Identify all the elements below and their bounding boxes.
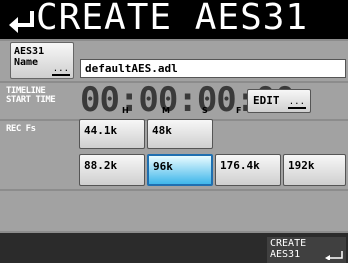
frames-unit: F: [236, 106, 242, 115]
file-name-value: defaultAES.adl: [85, 62, 178, 75]
fs-button-44-1k[interactable]: 44.1k: [79, 119, 145, 149]
screen: CREATE AES31 AES31 Name ... defaultAES.a…: [0, 0, 348, 263]
fs-label: 96k: [153, 160, 173, 173]
fs-label: 44.1k: [84, 124, 118, 137]
fs-label: 192k: [288, 159, 315, 172]
return-arrow-icon[interactable]: [6, 5, 36, 35]
edit-label: EDIT: [253, 94, 280, 107]
fs-label: 176.4k: [220, 159, 260, 172]
create-aes31-button[interactable]: CREATE AES31: [267, 237, 346, 263]
hours-unit: H: [122, 106, 129, 115]
fs-button-88-2k[interactable]: 88.2k: [79, 154, 145, 186]
page-title: CREATE AES31: [36, 0, 309, 38]
ellipsis-icon: ...: [287, 97, 306, 109]
file-name-field[interactable]: defaultAES.adl: [80, 59, 346, 78]
minutes-unit: M: [162, 106, 170, 115]
rec-fs-label: REC Fs: [6, 124, 36, 134]
timecode-display: 00:00:00:00 H M S F: [80, 80, 295, 120]
fs-button-96k[interactable]: 96k: [147, 154, 213, 186]
fs-button-192k[interactable]: 192k: [283, 154, 346, 186]
timeline-start-time-label: TIMELINE START TIME: [6, 86, 56, 105]
empty-row: [0, 191, 348, 231]
aes31-name-button[interactable]: AES31 Name ...: [10, 42, 74, 79]
aes31-name-label: AES31 Name: [14, 46, 45, 68]
seconds-unit: S: [202, 106, 208, 115]
fs-button-176-4k[interactable]: 176.4k: [215, 154, 281, 186]
title-bar: CREATE AES31: [0, 0, 348, 39]
fs-button-48k[interactable]: 48k: [147, 119, 213, 149]
fs-label: 48k: [152, 124, 172, 137]
fs-label: 88.2k: [84, 159, 118, 172]
enter-arrow-icon: [325, 251, 343, 260]
create-aes31-label: CREATE AES31: [270, 238, 307, 260]
ellipsis-icon: ...: [51, 64, 70, 76]
edit-button[interactable]: EDIT ...: [247, 89, 311, 113]
